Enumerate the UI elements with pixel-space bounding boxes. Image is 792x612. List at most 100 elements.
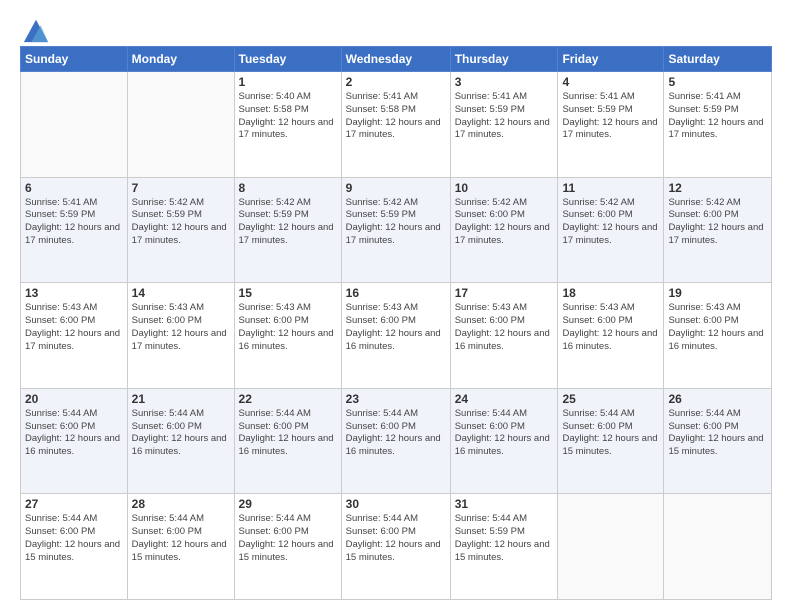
calendar-cell: 18 Sunrise: 5:43 AM Sunset: 6:00 PM Dayli… — [558, 283, 664, 389]
calendar-cell: 29 Sunrise: 5:44 AM Sunset: 6:00 PM Dayli… — [234, 494, 341, 600]
calendar-cell: 12 Sunrise: 5:42 AM Sunset: 6:00 PM Dayli… — [664, 177, 772, 283]
calendar-cell: 8Sunrise: 5:42 AM Sunset: 5:59 PM Daylig… — [234, 177, 341, 283]
day-info: Sunrise: 5:44 AM Sunset: 6:00 PM Dayligh… — [346, 513, 441, 562]
calendar-cell: 1 Sunrise: 5:40 AM Sunset: 5:58 PM Daylig… — [234, 72, 341, 178]
day-info: Sunrise: 5:42 AM Sunset: 5:59 PM Dayligh… — [132, 197, 227, 246]
calendar-cell: 13Sunrise: 5:43 AM Sunset: 6:00 PM Dayli… — [21, 283, 128, 389]
calendar-header-row: SundayMondayTuesdayWednesdayThursdayFrid… — [21, 47, 772, 72]
day-info: Sunrise: 5:44 AM Sunset: 6:00 PM Dayligh… — [562, 408, 657, 457]
day-info: Sunrise: 5:43 AM Sunset: 6:00 PM Dayligh… — [132, 302, 227, 351]
page: SundayMondayTuesdayWednesdayThursdayFrid… — [0, 0, 792, 612]
calendar-cell: 30Sunrise: 5:44 AM Sunset: 6:00 PM Dayli… — [341, 494, 450, 600]
day-number: 12 — [668, 181, 767, 195]
day-number: 26 — [668, 392, 767, 406]
calendar-cell: 3 Sunrise: 5:41 AM Sunset: 5:59 PM Daylig… — [450, 72, 558, 178]
calendar-cell: 17Sunrise: 5:43 AM Sunset: 6:00 PM Dayli… — [450, 283, 558, 389]
day-number: 15 — [239, 286, 337, 300]
calendar-cell: 25 Sunrise: 5:44 AM Sunset: 6:00 PM Dayli… — [558, 388, 664, 494]
day-info: Sunrise: 5:43 AM Sunset: 6:00 PM Dayligh… — [346, 302, 441, 351]
calendar-cell: 31 Sunrise: 5:44 AM Sunset: 5:59 PM Dayli… — [450, 494, 558, 600]
day-number: 1 — [239, 75, 337, 89]
calendar-cell: 6 Sunrise: 5:41 AM Sunset: 5:59 PM Daylig… — [21, 177, 128, 283]
day-number: 22 — [239, 392, 337, 406]
day-number: 2 — [346, 75, 446, 89]
day-number: 11 — [562, 181, 659, 195]
day-info: Sunrise: 5:42 AM Sunset: 6:00 PM Dayligh… — [455, 197, 550, 246]
day-number: 17 — [455, 286, 554, 300]
calendar-week-row: 20Sunrise: 5:44 AM Sunset: 6:00 PM Dayli… — [21, 388, 772, 494]
day-number: 13 — [25, 286, 123, 300]
day-number: 7 — [132, 181, 230, 195]
calendar-header-wednesday: Wednesday — [341, 47, 450, 72]
calendar-week-row: 13 Sunrise: 5:43 AM Sunset: 6:00 PM Dayli… — [21, 283, 772, 389]
calendar-cell: 22Sunrise: 5:44 AM Sunset: 6:00 PM Dayli… — [234, 388, 341, 494]
calendar-week-row: 6 Sunrise: 5:41 AM Sunset: 5:59 PM Daylig… — [21, 177, 772, 283]
calendar-header-monday: Monday — [127, 47, 234, 72]
day-number: 4 — [562, 75, 659, 89]
day-info: Sunrise: 5:42 AM Sunset: 6:00 PM Dayligh… — [562, 197, 657, 246]
day-number: 27 — [25, 497, 123, 511]
calendar-cell: 20Sunrise: 5:44 AM Sunset: 6:00 PM Dayli… — [21, 388, 128, 494]
day-number: 25 — [562, 392, 659, 406]
day-number: 24 — [455, 392, 554, 406]
day-info: Sunrise: 5:44 AM Sunset: 6:00 PM Dayligh… — [455, 408, 550, 457]
calendar-cell: 28 Sunrise: 5:44 AM Sunset: 6:00 PM Dayli… — [127, 494, 234, 600]
day-number: 3 — [455, 75, 554, 89]
day-info: Sunrise: 5:41 AM Sunset: 5:59 PM Dayligh… — [562, 91, 657, 140]
day-info: Sunrise: 5:41 AM Sunset: 5:59 PM Dayligh… — [455, 91, 550, 140]
calendar-cell: 24 Sunrise: 5:44 AM Sunset: 6:00 PM Dayli… — [450, 388, 558, 494]
day-info: Sunrise: 5:44 AM Sunset: 6:00 PM Dayligh… — [346, 408, 441, 457]
logo-icon — [22, 16, 50, 44]
calendar-cell: 23 Sunrise: 5:44 AM Sunset: 6:00 PM Dayli… — [341, 388, 450, 494]
calendar-cell: 14 Sunrise: 5:43 AM Sunset: 6:00 PM Dayli… — [127, 283, 234, 389]
day-info: Sunrise: 5:44 AM Sunset: 6:00 PM Dayligh… — [668, 408, 763, 457]
day-info: Sunrise: 5:41 AM Sunset: 5:59 PM Dayligh… — [25, 197, 120, 246]
day-info: Sunrise: 5:44 AM Sunset: 5:59 PM Dayligh… — [455, 513, 550, 562]
day-number: 10 — [455, 181, 554, 195]
day-number: 6 — [25, 181, 123, 195]
day-info: Sunrise: 5:41 AM Sunset: 5:58 PM Dayligh… — [346, 91, 441, 140]
day-number: 9 — [346, 181, 446, 195]
calendar-cell: 11 Sunrise: 5:42 AM Sunset: 6:00 PM Dayli… — [558, 177, 664, 283]
day-info: Sunrise: 5:42 AM Sunset: 5:59 PM Dayligh… — [346, 197, 441, 246]
day-number: 29 — [239, 497, 337, 511]
day-info: Sunrise: 5:44 AM Sunset: 6:00 PM Dayligh… — [132, 513, 227, 562]
day-info: Sunrise: 5:43 AM Sunset: 6:00 PM Dayligh… — [562, 302, 657, 351]
calendar-week-row: 1 Sunrise: 5:40 AM Sunset: 5:58 PM Daylig… — [21, 72, 772, 178]
calendar-cell: 21 Sunrise: 5:44 AM Sunset: 6:00 PM Dayli… — [127, 388, 234, 494]
day-info: Sunrise: 5:40 AM Sunset: 5:58 PM Dayligh… — [239, 91, 334, 140]
day-info: Sunrise: 5:44 AM Sunset: 6:00 PM Dayligh… — [132, 408, 227, 457]
day-info: Sunrise: 5:42 AM Sunset: 5:59 PM Dayligh… — [239, 197, 334, 246]
day-info: Sunrise: 5:44 AM Sunset: 6:00 PM Dayligh… — [25, 513, 120, 562]
calendar-header-tuesday: Tuesday — [234, 47, 341, 72]
day-number: 31 — [455, 497, 554, 511]
day-number: 14 — [132, 286, 230, 300]
calendar-cell — [664, 494, 772, 600]
day-info: Sunrise: 5:42 AM Sunset: 6:00 PM Dayligh… — [668, 197, 763, 246]
calendar-cell: 10 Sunrise: 5:42 AM Sunset: 6:00 PM Dayli… — [450, 177, 558, 283]
calendar-cell: 7 Sunrise: 5:42 AM Sunset: 5:59 PM Daylig… — [127, 177, 234, 283]
calendar-cell: 19Sunrise: 5:43 AM Sunset: 6:00 PM Dayli… — [664, 283, 772, 389]
calendar-header-saturday: Saturday — [664, 47, 772, 72]
calendar-cell — [21, 72, 128, 178]
calendar-cell: 16Sunrise: 5:43 AM Sunset: 6:00 PM Dayli… — [341, 283, 450, 389]
day-number: 21 — [132, 392, 230, 406]
header — [20, 16, 772, 38]
day-number: 28 — [132, 497, 230, 511]
logo — [20, 16, 50, 38]
day-info: Sunrise: 5:43 AM Sunset: 6:00 PM Dayligh… — [239, 302, 334, 351]
calendar-header-thursday: Thursday — [450, 47, 558, 72]
day-info: Sunrise: 5:44 AM Sunset: 6:00 PM Dayligh… — [239, 513, 334, 562]
calendar-header-friday: Friday — [558, 47, 664, 72]
calendar-cell: 15 Sunrise: 5:43 AM Sunset: 6:00 PM Dayli… — [234, 283, 341, 389]
calendar-week-row: 27 Sunrise: 5:44 AM Sunset: 6:00 PM Dayli… — [21, 494, 772, 600]
calendar-cell — [127, 72, 234, 178]
day-number: 23 — [346, 392, 446, 406]
day-number: 5 — [668, 75, 767, 89]
calendar-cell: 4 Sunrise: 5:41 AM Sunset: 5:59 PM Daylig… — [558, 72, 664, 178]
calendar-header-sunday: Sunday — [21, 47, 128, 72]
day-info: Sunrise: 5:44 AM Sunset: 6:00 PM Dayligh… — [25, 408, 120, 457]
day-number: 18 — [562, 286, 659, 300]
day-number: 19 — [668, 286, 767, 300]
calendar-cell: 26 Sunrise: 5:44 AM Sunset: 6:00 PM Dayli… — [664, 388, 772, 494]
